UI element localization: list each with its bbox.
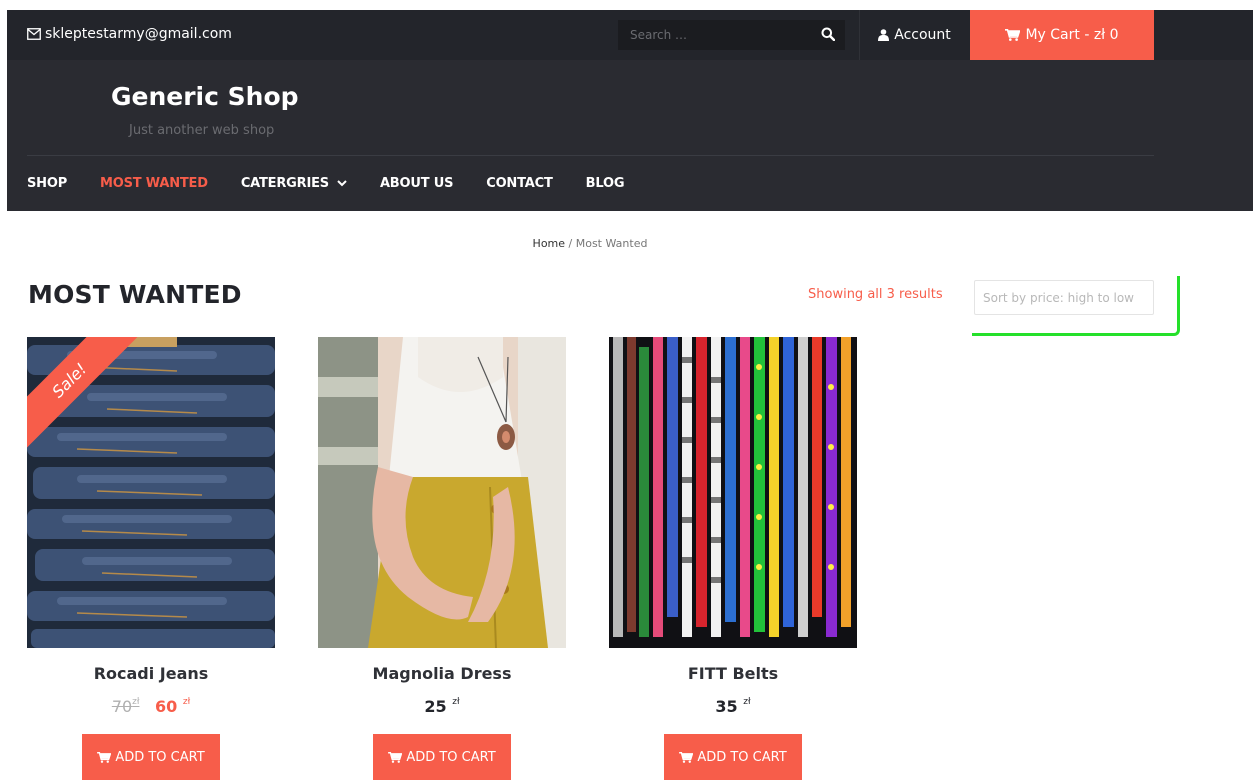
currency: zł (743, 697, 751, 707)
page-title: MOST WANTED (28, 280, 242, 309)
chevron-down-icon (337, 180, 347, 187)
site-header: Generic Shop Just another web shop SHOP … (7, 60, 1253, 211)
nav-item-label: SHOP (27, 176, 68, 191)
cart-icon (97, 751, 112, 763)
currency: zł (182, 697, 191, 707)
nav-item-categories[interactable]: CATERGRIES (241, 176, 347, 191)
nav-item-label: ABOUT US (379, 176, 454, 191)
sort-select[interactable]: Sort by price: high to low (974, 280, 1154, 315)
old-price: 70zł (112, 697, 140, 716)
search-input[interactable] (618, 28, 808, 42)
product-name[interactable]: Rocadi Jeans (27, 664, 275, 683)
site-title[interactable]: Generic Shop (111, 82, 299, 111)
breadcrumb-home[interactable]: Home (533, 237, 565, 250)
nav-item-blog[interactable]: BLOG (586, 176, 625, 191)
add-to-cart-button[interactable]: ADD TO CART (373, 734, 511, 780)
product-card: Sale! Rocadi Jeans 70zł 60 zł ADD TO CAR… (27, 337, 275, 780)
search-icon[interactable] (821, 27, 835, 41)
add-to-cart-button[interactable]: ADD TO CART (664, 734, 802, 780)
account-label: Account (894, 27, 951, 43)
product-price: 35 zł (609, 697, 857, 716)
currency: zł (132, 697, 140, 707)
email-text: skleptestarmy@gmail.com (45, 26, 232, 42)
add-to-cart-label: ADD TO CART (115, 749, 205, 765)
product-price: 70zł 60 zł (27, 697, 275, 716)
cart-button[interactable]: My Cart - zł 0 (970, 10, 1154, 60)
product-card: FITT Belts 35 zł ADD TO CART (609, 337, 857, 780)
product-price: 25 zł (318, 697, 566, 716)
add-to-cart-label: ADD TO CART (406, 749, 496, 765)
envelope-icon (27, 28, 41, 40)
product-image[interactable] (609, 337, 857, 648)
user-icon (878, 29, 890, 41)
nav-item-label: CATERGRIES (240, 176, 329, 191)
product-image[interactable]: Sale! (27, 337, 275, 648)
main-nav: SHOP MOST WANTED CATERGRIES ABOUT US CON… (27, 156, 657, 211)
cart-icon (679, 751, 694, 763)
site-tagline: Just another web shop (129, 123, 275, 138)
search-box (618, 20, 845, 50)
breadcrumb: Home / Most Wanted (0, 237, 1180, 250)
belts-image (609, 337, 857, 648)
price-value: 25 (424, 697, 447, 716)
breadcrumb-separator: / (565, 237, 576, 250)
product-card: Magnolia Dress 25 zł ADD TO CART (318, 337, 566, 780)
product-name[interactable]: FITT Belts (609, 664, 857, 683)
cart-icon (1005, 29, 1021, 41)
top-bar: skleptestarmy@gmail.com Account My Cart … (7, 10, 1253, 60)
sale-price: 60 zł (155, 697, 190, 716)
sale-price-value: 60 (155, 697, 178, 716)
nav-item-label: BLOG (585, 176, 625, 191)
breadcrumb-current: Most Wanted (575, 237, 648, 250)
cart-icon (388, 751, 403, 763)
add-to-cart-button[interactable]: ADD TO CART (82, 734, 220, 780)
cart-label: My Cart - zł 0 (1025, 27, 1119, 43)
currency: zł (452, 697, 460, 707)
account-link[interactable]: Account (859, 10, 969, 60)
contact-email[interactable]: skleptestarmy@gmail.com (27, 26, 232, 42)
product-image[interactable] (318, 337, 566, 648)
add-to-cart-label: ADD TO CART (697, 749, 787, 765)
nav-item-label: MOST WANTED (100, 176, 208, 191)
nav-item-contact[interactable]: CONTACT (486, 176, 553, 191)
nav-item-about-us[interactable]: ABOUT US (380, 176, 453, 191)
results-count: Showing all 3 results (808, 287, 943, 302)
nav-item-shop[interactable]: SHOP (27, 176, 67, 191)
nav-item-label: CONTACT (486, 176, 553, 191)
price-value: 35 (715, 697, 738, 716)
nav-item-most-wanted[interactable]: MOST WANTED (100, 176, 208, 191)
product-name[interactable]: Magnolia Dress (318, 664, 566, 683)
old-price-value: 70 (111, 697, 133, 716)
dress-image (318, 337, 566, 648)
